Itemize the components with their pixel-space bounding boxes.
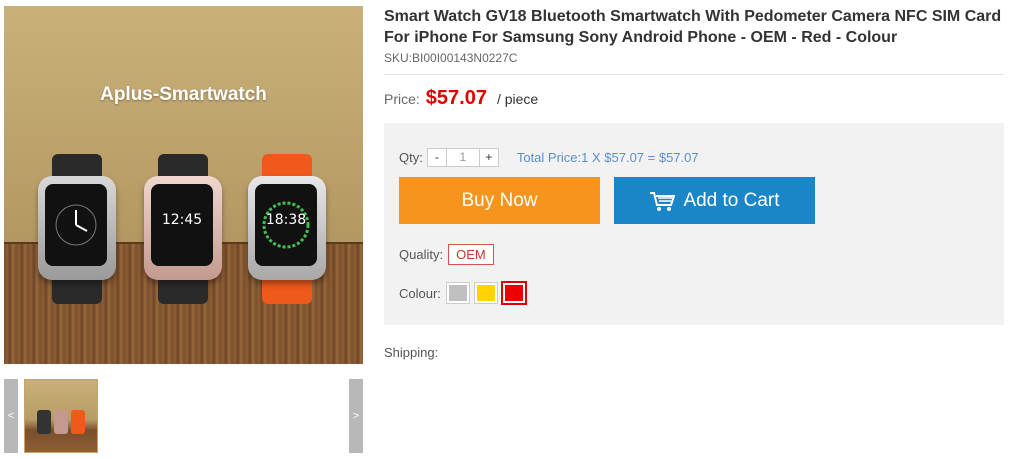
price-row: Price: $57.07 / piece [384,87,1004,113]
qty-input[interactable]: 1 [446,148,479,167]
quality-option-oem[interactable]: OEM [448,244,494,265]
qty-increase-button[interactable]: + [478,148,499,167]
colour-row: Colour: [399,281,527,305]
qty-decrease-button[interactable]: - [426,148,447,167]
purchase-panel: Qty: - 1 + Total Price:1 X $57.07 = $57.… [384,123,1004,325]
product-sku: SKU:BI00I00143N0227C [384,51,518,65]
watch-time-2: 18:38 [265,212,307,228]
price-label: Price: [384,91,420,107]
quality-label: Quality: [399,247,444,262]
black-watch-image [34,154,120,304]
shipping-label: Shipping: [384,345,439,360]
add-to-cart-label: Add to Cart [683,189,780,211]
price-value: $57.07 [425,87,487,109]
main-product-image[interactable]: Aplus-Smartwatch 12:45 18:38 [4,6,363,364]
watch-time-1: 12:45 [161,212,203,228]
product-title: Smart Watch GV18 Bluetooth Smartwatch Wi… [384,8,1002,46]
colour-label: Colour: [399,285,441,301]
orange-watch-image: 18:38 [244,154,330,304]
colour-swatch-red[interactable] [500,281,527,305]
product-info: Smart Watch GV18 Bluetooth Smartwatch Wi… [384,6,1004,113]
colour-swatch-yellow[interactable] [473,282,498,304]
add-to-cart-button[interactable]: Add to Cart [614,177,815,224]
quality-row: Quality: OEM [399,244,494,265]
divider [384,74,1004,75]
colour-swatch-silver[interactable] [445,282,470,304]
thumbnail-next-button[interactable]: > [349,379,363,453]
thumbnail-strip: < > [4,379,363,453]
rose-gold-watch-image: 12:45 [140,154,226,304]
buy-now-button[interactable]: Buy Now [399,177,600,224]
buy-now-label: Buy Now [461,189,538,211]
thumbnail-prev-button[interactable]: < [4,379,18,453]
total-price: Total Price:1 X $57.07 = $57.07 [516,150,699,165]
qty-label: Qty: [399,150,423,165]
price-unit: / piece [496,91,539,107]
quantity-row: Qty: - 1 + Total Price:1 X $57.07 = $57.… [399,148,699,167]
shopping-cart-icon [649,190,676,212]
thumbnail-image[interactable] [24,379,98,453]
image-brand-text: Aplus-Smartwatch [100,84,267,105]
